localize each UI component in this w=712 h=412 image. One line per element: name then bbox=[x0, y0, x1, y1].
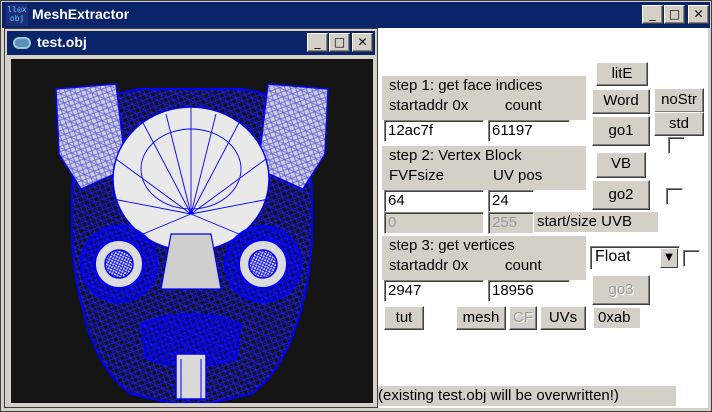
step3-count-input[interactable]: 18956 bbox=[488, 280, 570, 302]
uvs-button[interactable]: UVs bbox=[540, 306, 586, 330]
step1-startaddr-input[interactable]: 12ac7f bbox=[384, 120, 484, 142]
step1-group: step 1: get face indices startaddr 0x co… bbox=[382, 76, 586, 120]
step2-fvfsize-input[interactable]: 64 bbox=[384, 190, 484, 212]
maximize-button[interactable]: □ bbox=[664, 5, 685, 24]
chevron-down-icon[interactable]: ▼ bbox=[660, 248, 678, 268]
step2-uvpos-input[interactable]: 24 bbox=[488, 190, 534, 212]
window-title: MeshExtractor bbox=[32, 6, 130, 22]
step2-heading: step 2: Vertex Block bbox=[389, 147, 522, 164]
step3-group: step 3: get vertices startaddr 0x count bbox=[382, 236, 586, 280]
uvb-start-input[interactable]: 0 bbox=[384, 212, 484, 234]
vb-button[interactable]: VB bbox=[596, 152, 646, 178]
obj-app-icon: ll◎x obj bbox=[6, 4, 28, 26]
cf-button[interactable]: CF bbox=[509, 306, 537, 330]
hex-label: 0xab bbox=[594, 308, 640, 328]
main-titlebar[interactable]: ll◎x obj MeshExtractor _ □ ✕ bbox=[2, 2, 710, 28]
type-select-value: Float bbox=[595, 248, 631, 265]
type-select[interactable]: Float ▼ bbox=[590, 246, 680, 270]
wireframe-head-model bbox=[55, 83, 329, 404]
tut-button[interactable]: tut bbox=[384, 306, 424, 330]
step3-count-label: count bbox=[505, 257, 542, 274]
step2-group: step 2: Vertex Block FVFsize UV pos bbox=[382, 146, 586, 190]
child-minimize-button[interactable]: _ bbox=[307, 33, 328, 52]
go2-button[interactable]: go2 bbox=[592, 180, 650, 210]
child-window: test.obj _ □ ✕ bbox=[4, 28, 378, 408]
step1-checkbox[interactable] bbox=[668, 137, 685, 154]
word-button[interactable]: Word bbox=[592, 89, 650, 114]
status-text: (existing test.obj will be overwritten!) bbox=[378, 386, 676, 406]
step3-checkbox[interactable] bbox=[683, 250, 700, 267]
step2-uvpos-label: UV pos bbox=[493, 167, 543, 184]
std-button[interactable]: std bbox=[654, 112, 704, 136]
go3-button[interactable]: go3 bbox=[592, 275, 650, 305]
control-panel: step 1: get face indices startaddr 0x co… bbox=[378, 28, 708, 408]
step2-checkbox[interactable] bbox=[666, 188, 683, 205]
uvb-label: start/size UVB bbox=[534, 212, 658, 232]
step1-count-input[interactable]: 61197 bbox=[488, 120, 570, 142]
step2-fvf-label: FVFsize bbox=[389, 167, 445, 184]
child-title: test.obj bbox=[37, 34, 87, 50]
child-close-button[interactable]: ✕ bbox=[352, 33, 373, 52]
step3-heading: step 3: get vertices bbox=[389, 237, 515, 254]
step3-startaddr-input[interactable]: 2947 bbox=[384, 280, 484, 302]
document-icon bbox=[13, 37, 31, 49]
minimize-button[interactable]: _ bbox=[642, 5, 663, 24]
go1-button[interactable]: go1 bbox=[592, 116, 650, 146]
step3-startaddr-label: startaddr 0x bbox=[389, 257, 469, 274]
step1-count-label: count bbox=[505, 97, 542, 114]
child-maximize-button[interactable]: □ bbox=[329, 33, 350, 52]
uvb-size-input[interactable]: 255 bbox=[488, 212, 534, 234]
close-button[interactable]: ✕ bbox=[688, 5, 709, 24]
step1-startaddr-label: startaddr 0x bbox=[389, 97, 469, 114]
lite-button[interactable]: litE bbox=[596, 62, 648, 86]
step1-heading: step 1: get face indices bbox=[389, 77, 543, 94]
nostr-button[interactable]: noStr bbox=[654, 88, 704, 113]
wireframe-viewport[interactable] bbox=[11, 59, 373, 404]
mesh-button[interactable]: mesh bbox=[456, 306, 506, 330]
child-titlebar[interactable]: test.obj _ □ ✕ bbox=[7, 31, 375, 55]
